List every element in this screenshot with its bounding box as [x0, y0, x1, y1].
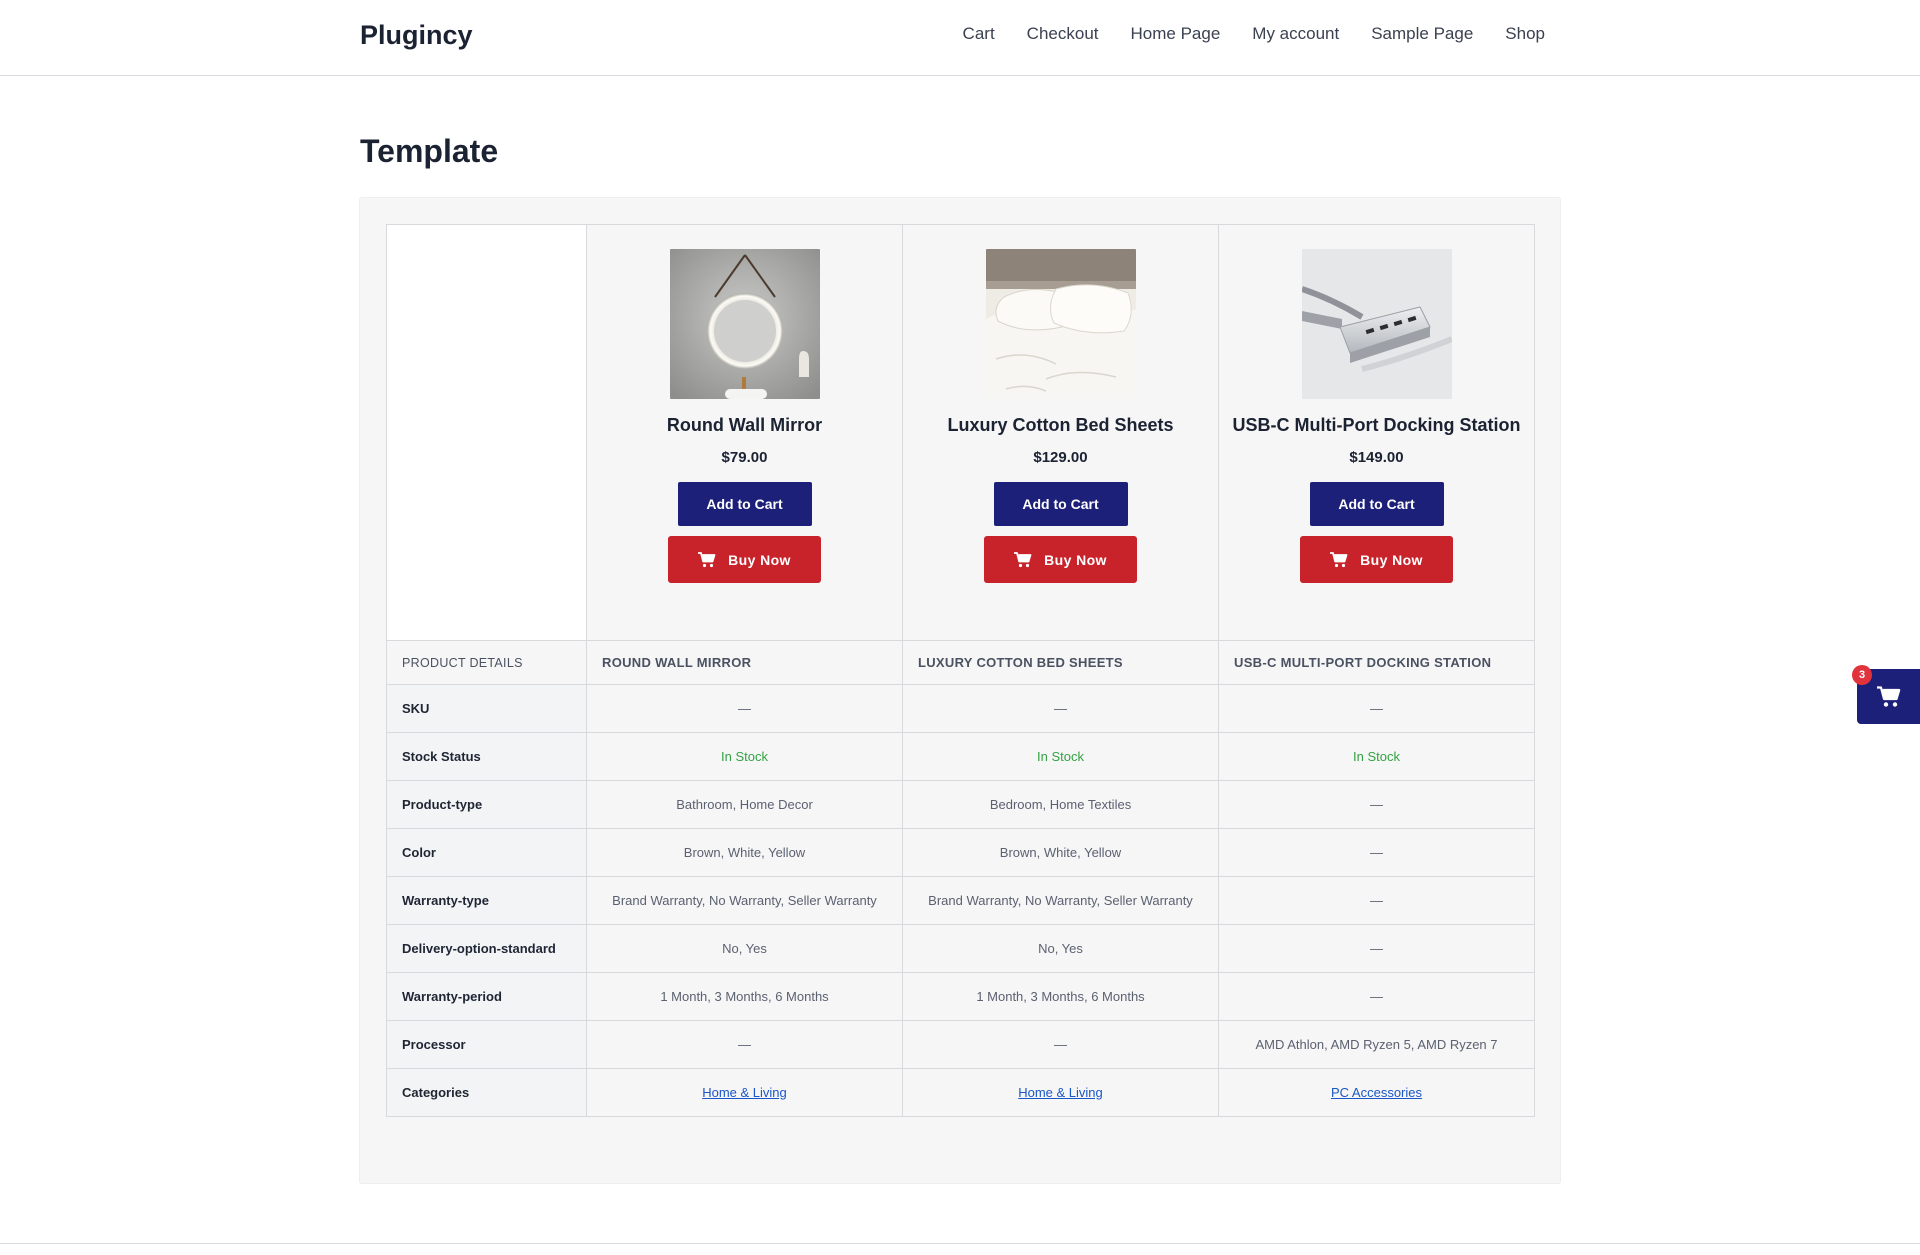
attribute-value: AMD Athlon, AMD Ryzen 5, AMD Ryzen 7 — [1218, 1020, 1535, 1069]
nav-link-shop[interactable]: Shop — [1505, 24, 1545, 44]
attribute-value: No, Yes — [902, 924, 1219, 973]
compare-panel: Round Wall Mirror $79.00 Add to Cart Buy… — [359, 197, 1561, 1184]
attribute-value: Brown, White, Yellow — [586, 828, 903, 877]
details-row-sku: SKU — — — — [386, 684, 1535, 733]
details-row-warranty-type: Warranty-type Brand Warranty, No Warrant… — [386, 876, 1535, 925]
attribute-label: Warranty-period — [386, 972, 587, 1021]
details-column-header: ROUND WALL MIRROR — [586, 640, 903, 685]
stock-status-value: In Stock — [902, 732, 1219, 781]
product-card: Luxury Cotton Bed Sheets $129.00 Add to … — [902, 224, 1219, 641]
details-row-product-type: Product-type Bathroom, Home Decor Bedroo… — [386, 780, 1535, 829]
footer-divider — [0, 1243, 1920, 1244]
details-row-warranty-period: Warranty-period 1 Month, 3 Months, 6 Mon… — [386, 972, 1535, 1021]
docking-station-image[interactable] — [1301, 249, 1452, 399]
nav-link-home-page[interactable]: Home Page — [1131, 24, 1221, 44]
attribute-value: Home & Living — [586, 1068, 903, 1117]
product-price: $129.00 — [1033, 449, 1088, 466]
main-nav: Cart Checkout Home Page My account Sampl… — [963, 24, 1545, 44]
product-card: USB-C Multi-Port Docking Station $149.00… — [1218, 224, 1535, 641]
attribute-value: — — [1218, 828, 1535, 877]
category-link[interactable]: Home & Living — [1018, 1085, 1103, 1100]
site-logo[interactable]: Plugincy — [360, 20, 473, 51]
category-link[interactable]: PC Accessories — [1331, 1085, 1422, 1100]
stock-status-value: In Stock — [1218, 732, 1535, 781]
empty-corner-cell — [386, 224, 587, 641]
shopping-cart-icon — [1876, 685, 1900, 707]
category-link[interactable]: Home & Living — [702, 1085, 787, 1100]
attribute-label: Categories — [386, 1068, 587, 1117]
buy-now-label: Buy Now — [1044, 551, 1107, 568]
buy-now-button[interactable]: Buy Now — [984, 536, 1137, 583]
attribute-value: Home & Living — [902, 1068, 1219, 1117]
attribute-value: — — [586, 684, 903, 733]
details-row-color: Color Brown, White, Yellow Brown, White,… — [386, 828, 1535, 877]
buy-now-label: Buy Now — [1360, 551, 1423, 568]
round-wall-mirror-image[interactable] — [669, 249, 820, 399]
add-to-cart-button[interactable]: Add to Cart — [993, 482, 1128, 526]
details-header-label: PRODUCT DETAILS — [386, 640, 587, 685]
product-price: $79.00 — [721, 449, 768, 466]
attribute-value: — — [1218, 972, 1535, 1021]
attribute-label: Stock Status — [386, 732, 587, 781]
attribute-value: Brown, White, Yellow — [902, 828, 1219, 877]
details-column-header: LUXURY COTTON BED SHEETS — [902, 640, 1219, 685]
attribute-value: 1 Month, 3 Months, 6 Months — [902, 972, 1219, 1021]
attribute-label: SKU — [386, 684, 587, 733]
details-row-delivery-option: Delivery-option-standard No, Yes No, Yes… — [386, 924, 1535, 973]
attribute-value: — — [902, 1020, 1219, 1069]
product-name[interactable]: Luxury Cotton Bed Sheets — [947, 415, 1173, 436]
attribute-value: Brand Warranty, No Warranty, Seller Warr… — [586, 876, 903, 925]
attribute-value: — — [586, 1020, 903, 1069]
buy-now-button[interactable]: Buy Now — [1300, 536, 1453, 583]
nav-link-sample-page[interactable]: Sample Page — [1371, 24, 1473, 44]
product-name[interactable]: Round Wall Mirror — [667, 415, 822, 436]
attribute-label: Delivery-option-standard — [386, 924, 587, 973]
attribute-value: — — [1218, 684, 1535, 733]
attribute-value: PC Accessories — [1218, 1068, 1535, 1117]
attribute-value: Brand Warranty, No Warranty, Seller Warr… — [902, 876, 1219, 925]
attribute-value: — — [1218, 780, 1535, 829]
attribute-value: Bedroom, Home Textiles — [902, 780, 1219, 829]
nav-link-cart[interactable]: Cart — [963, 24, 995, 44]
attribute-label: Warranty-type — [386, 876, 587, 925]
details-row-categories: Categories Home & Living Home & Living P… — [386, 1068, 1535, 1117]
compare-table: Round Wall Mirror $79.00 Add to Cart Buy… — [386, 224, 1535, 1117]
nav-link-my-account[interactable]: My account — [1252, 24, 1339, 44]
attribute-value: — — [902, 684, 1219, 733]
attribute-value: Bathroom, Home Decor — [586, 780, 903, 829]
product-price: $149.00 — [1349, 449, 1404, 466]
bed-sheets-image[interactable] — [985, 249, 1136, 399]
attribute-label: Processor — [386, 1020, 587, 1069]
product-name[interactable]: USB-C Multi-Port Docking Station — [1233, 415, 1521, 436]
attribute-value: — — [1218, 924, 1535, 973]
attribute-label: Color — [386, 828, 587, 877]
add-to-cart-button[interactable]: Add to Cart — [677, 482, 812, 526]
attribute-value: — — [1218, 876, 1535, 925]
product-cards-row: Round Wall Mirror $79.00 Add to Cart Buy… — [386, 224, 1535, 641]
product-card: Round Wall Mirror $79.00 Add to Cart Buy… — [586, 224, 903, 641]
details-header-row: PRODUCT DETAILS ROUND WALL MIRROR LUXURY… — [386, 640, 1535, 685]
details-row-processor: Processor — — AMD Athlon, AMD Ryzen 5, A… — [386, 1020, 1535, 1069]
nav-link-checkout[interactable]: Checkout — [1027, 24, 1099, 44]
attribute-label: Product-type — [386, 780, 587, 829]
buy-now-button[interactable]: Buy Now — [668, 536, 821, 583]
add-to-cart-button[interactable]: Add to Cart — [1309, 482, 1444, 526]
details-column-header: USB-C MULTI-PORT DOCKING STATION — [1218, 640, 1535, 685]
page-title: Template — [360, 133, 499, 169]
cart-icon — [1014, 551, 1032, 567]
cart-icon — [698, 551, 716, 567]
buy-now-label: Buy Now — [728, 551, 791, 568]
details-row-stock-status: Stock Status In Stock In Stock In Stock — [386, 732, 1535, 781]
stock-status-value: In Stock — [586, 732, 903, 781]
attribute-value: No, Yes — [586, 924, 903, 973]
site-header: Plugincy Cart Checkout Home Page My acco… — [0, 0, 1920, 76]
cart-icon — [1330, 551, 1348, 567]
attribute-value: 1 Month, 3 Months, 6 Months — [586, 972, 903, 1021]
cart-count-badge: 3 — [1852, 665, 1872, 685]
